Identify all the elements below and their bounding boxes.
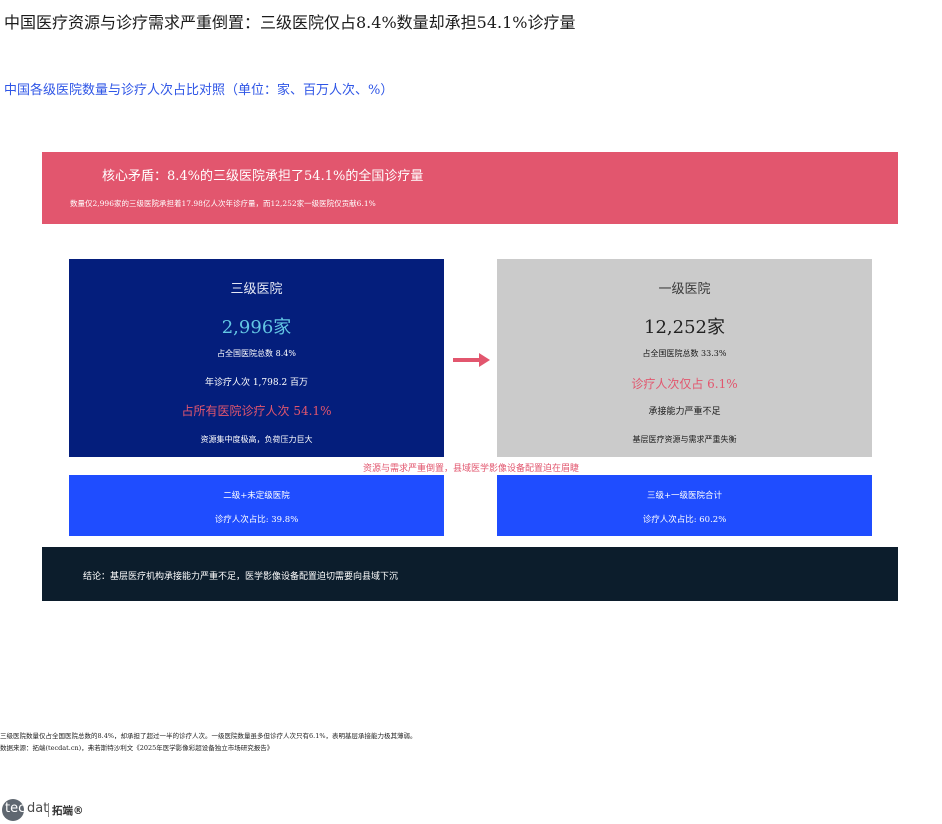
logo-chinese-text: 拓端®	[52, 805, 84, 817]
combined-box-label: 三级+一级医院合计	[646, 491, 723, 501]
primary-note: 基层医疗资源与需求严重失衡	[632, 435, 737, 444]
primary-capacity: 承接能力严重不足	[648, 407, 721, 417]
secondary-hospital-box: 二级+未定级医院 诊疗人次占比: 39.8%	[69, 475, 444, 536]
tertiary-card-title: 三级医院	[230, 282, 283, 297]
logo-tec-text: tec	[5, 801, 26, 816]
conclusion-text: 结论：基层医疗机构承接能力严重不足，医学影像设备配置迫切需要向县域下沉	[83, 572, 399, 582]
tertiary-visits: 年诊疗人次 1,798.2 百万	[204, 378, 309, 388]
data-source: 数据来源：拓端(tecdat.cn)，弗若斯特沙利文《2025年医学影像彩超设备…	[0, 744, 274, 752]
footnote: 三级医院数量仅占全国医院总数的8.4%，却承担了超过一半的诊疗人次。一级医院数量…	[0, 732, 417, 740]
tertiary-note: 资源集中度极高，负荷压力巨大	[200, 435, 313, 444]
core-banner-detail: 数量仅2,996家的三级医院承担着17.98亿人次年诊疗量，而12,252家一级…	[70, 199, 376, 208]
combined-box-value: 诊疗人次占比: 60.2%	[642, 515, 727, 525]
core-contradiction-banner: 核心矛盾：8.4%的三级医院承担了54.1%的全国诊疗量 数量仅2,996家的三…	[42, 152, 898, 224]
page-subtitle: 中国各级医院数量与诊疗人次占比对照（单位：家、百万人次、%）	[4, 83, 394, 98]
logo-dat-text: dat	[27, 801, 49, 816]
gap-warning-note: 资源与需求严重倒置，县域医学影像设备配置迫在眉睫	[362, 464, 579, 474]
tertiary-share: 占全国医院总数 8.4%	[217, 349, 296, 358]
secondary-box-label: 二级+未定级医院	[223, 491, 290, 501]
tertiary-count: 2,996家	[221, 317, 292, 338]
primary-hospital-card: 一级医院 12,252家 占全国医院总数 33.3% 诊疗人次仅占 6.1% 承…	[497, 259, 872, 457]
primary-card-title: 一级医院	[658, 282, 711, 297]
combined-hospital-box: 三级+一级医院合计 诊疗人次占比: 60.2%	[497, 475, 872, 536]
primary-share: 占全国医院总数 33.3%	[642, 349, 727, 358]
primary-visit-share: 诊疗人次仅占 6.1%	[631, 377, 738, 391]
primary-count: 12,252家	[644, 317, 725, 338]
logo-divider	[48, 803, 49, 817]
secondary-box-value: 诊疗人次占比: 39.8%	[214, 515, 299, 525]
tertiary-visit-share: 占所有医院诊疗人次 54.1%	[181, 404, 332, 418]
conclusion-banner: 结论：基层医疗机构承接能力严重不足，医学影像设备配置迫切需要向县域下沉	[42, 547, 898, 601]
tertiary-hospital-card: 三级医院 2,996家 占全国医院总数 8.4% 年诊疗人次 1,798.2 百…	[69, 259, 444, 457]
core-banner-title: 核心矛盾：8.4%的三级医院承担了54.1%的全国诊疗量	[102, 169, 424, 184]
arrow-right-icon	[453, 353, 490, 367]
page-title: 中国医疗资源与诊疗需求严重倒置：三级医院仅占8.4%数量却承担54.1%诊疗量	[4, 13, 576, 32]
